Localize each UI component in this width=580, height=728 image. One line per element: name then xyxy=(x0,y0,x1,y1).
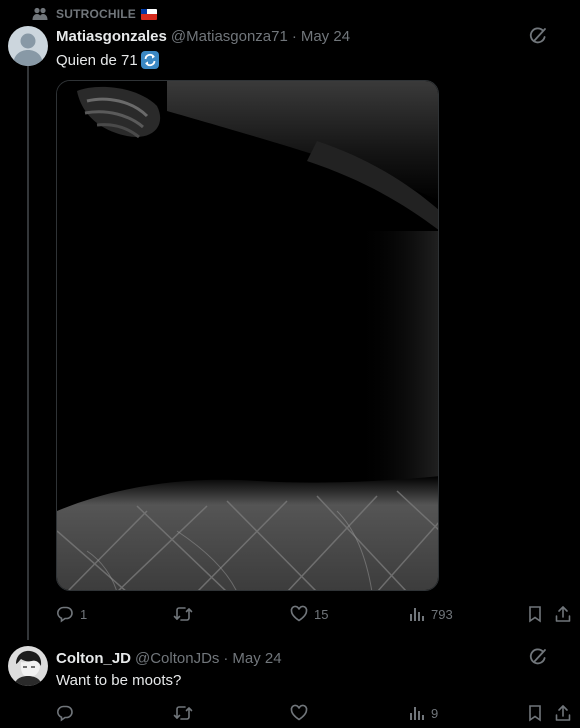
separator-dot: · xyxy=(291,28,297,45)
repeat-emoji-icon xyxy=(140,51,159,69)
avatar[interactable] xyxy=(8,26,48,66)
post-date[interactable]: May 24 xyxy=(232,650,281,667)
post-text: Want to be moots? xyxy=(56,672,181,689)
bookmark-button[interactable] xyxy=(527,704,543,722)
post-text-content: Want to be moots? xyxy=(56,672,182,689)
share-button[interactable] xyxy=(554,605,572,623)
bookmark-icon xyxy=(529,606,541,623)
reply-button[interactable] xyxy=(56,704,80,722)
default-avatar-icon xyxy=(8,26,48,66)
post-header: Colton_JD @ColtonJDs · May 24 xyxy=(56,650,282,667)
views-button[interactable]: 9 xyxy=(409,705,438,721)
separator-dot: · xyxy=(223,650,229,667)
post-header: Matiasgonzales @Matiasgonza71 · May 24 xyxy=(56,28,350,45)
share-button[interactable] xyxy=(554,704,572,722)
view-count: 9 xyxy=(431,705,439,721)
heart-icon xyxy=(290,605,308,622)
community-label[interactable]: SUTROCHILE xyxy=(32,6,157,22)
avatar[interactable] xyxy=(8,646,48,686)
grok-icon xyxy=(529,648,546,665)
thread-connector-line xyxy=(27,66,29,640)
like-button[interactable]: 15 xyxy=(290,605,328,623)
reply-icon xyxy=(56,606,73,623)
share-icon xyxy=(555,606,571,622)
post-actions: 9 xyxy=(56,703,576,723)
like-button[interactable] xyxy=(290,704,314,722)
reply-count: 1 xyxy=(80,606,88,622)
heart-icon xyxy=(290,704,308,721)
display-name[interactable]: Colton_JD xyxy=(56,650,131,667)
post-actions: 1 15 793 xyxy=(56,604,576,624)
reply-button[interactable]: 1 xyxy=(56,605,87,623)
grok-button[interactable] xyxy=(528,26,548,51)
chile-flag-icon xyxy=(141,8,157,20)
dark-photo xyxy=(57,81,438,590)
post-date[interactable]: May 24 xyxy=(301,28,350,45)
grok-button[interactable] xyxy=(528,647,548,672)
view-count: 793 xyxy=(431,606,453,622)
community-icon xyxy=(32,7,48,20)
repost-icon xyxy=(173,706,193,720)
user-avatar-photo xyxy=(8,646,48,686)
bookmark-icon xyxy=(529,705,541,722)
views-icon xyxy=(410,608,424,621)
share-icon xyxy=(555,705,571,721)
display-name[interactable]: Matiasgonzales xyxy=(56,28,167,45)
grok-icon xyxy=(529,27,546,44)
repost-button[interactable] xyxy=(173,704,199,722)
bookmark-button[interactable] xyxy=(527,605,543,623)
community-name: SUTROCHILE xyxy=(56,7,136,21)
like-count: 15 xyxy=(314,606,329,622)
post-media-image[interactable] xyxy=(56,80,439,591)
user-handle[interactable]: @ColtonJDs xyxy=(135,650,219,667)
repost-icon xyxy=(173,607,193,621)
views-icon xyxy=(410,707,424,720)
post-text: Quien de 71 xyxy=(56,50,160,70)
views-button[interactable]: 793 xyxy=(409,606,453,622)
reply-icon xyxy=(56,705,73,722)
post-text-content: Quien de 71 xyxy=(56,51,138,69)
repost-button[interactable] xyxy=(173,605,199,623)
user-handle[interactable]: @Matiasgonza71 xyxy=(171,28,288,45)
